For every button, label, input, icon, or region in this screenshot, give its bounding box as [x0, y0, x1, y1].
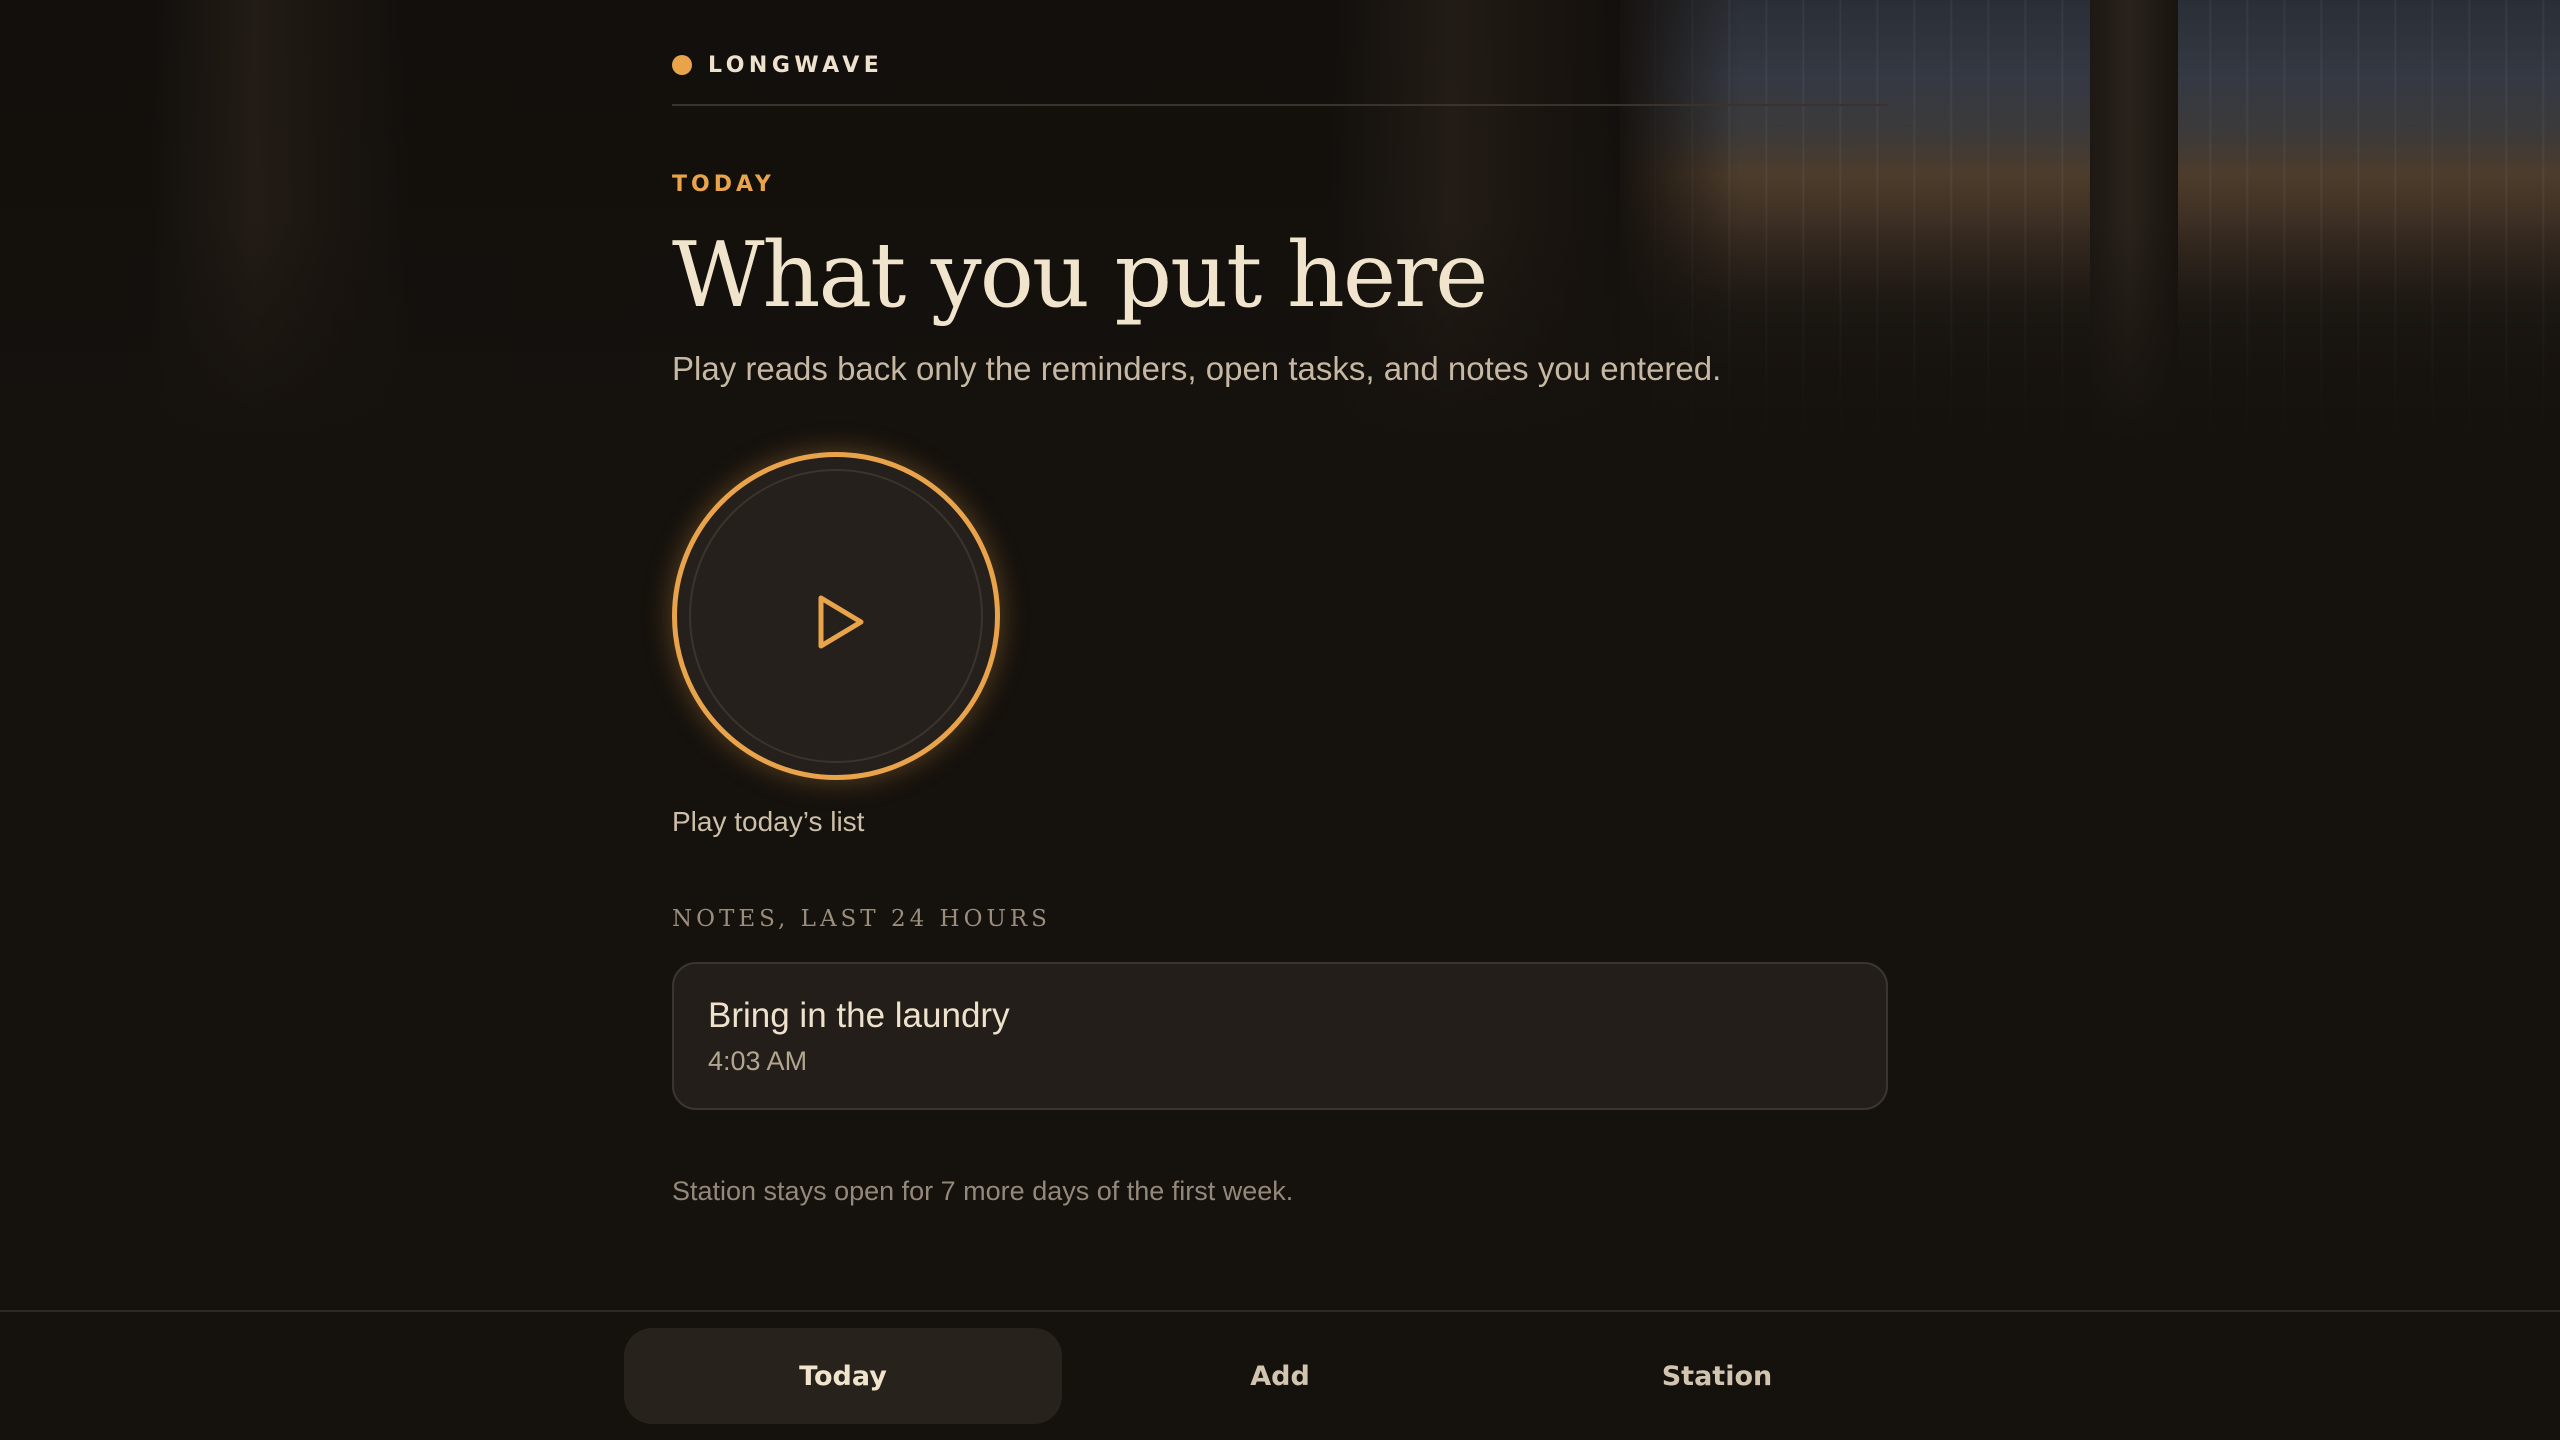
- section-eyebrow: TODAY: [672, 172, 775, 197]
- header-divider: [672, 104, 1888, 106]
- brand-name: LONGWAVE: [708, 52, 884, 78]
- tab-add[interactable]: Add: [1061, 1328, 1499, 1424]
- page-title: What you put here: [672, 223, 1488, 328]
- brand-dot-icon: [672, 55, 692, 75]
- tab-today[interactable]: Today: [624, 1328, 1062, 1424]
- play-icon: [818, 595, 864, 649]
- play-button[interactable]: [672, 452, 1000, 780]
- brand-logo: LONGWAVE: [672, 50, 883, 80]
- station-footnote: Station stays open for 7 more days of th…: [672, 1176, 1294, 1206]
- tab-station[interactable]: Station: [1498, 1328, 1936, 1424]
- note-card[interactable]: Bring in the laundry 4:03 AM: [672, 962, 1888, 1110]
- note-title: Bring in the laundry: [708, 996, 1010, 1035]
- play-caption: Play today’s list: [672, 806, 865, 837]
- bottom-tab-bar: Today Add Station: [0, 1310, 2560, 1440]
- note-timestamp: 4:03 AM: [708, 1046, 808, 1076]
- page-subtitle: Play reads back only the reminders, open…: [672, 350, 1722, 387]
- notes-section-label: NOTES, LAST 24 HOURS: [672, 906, 1051, 932]
